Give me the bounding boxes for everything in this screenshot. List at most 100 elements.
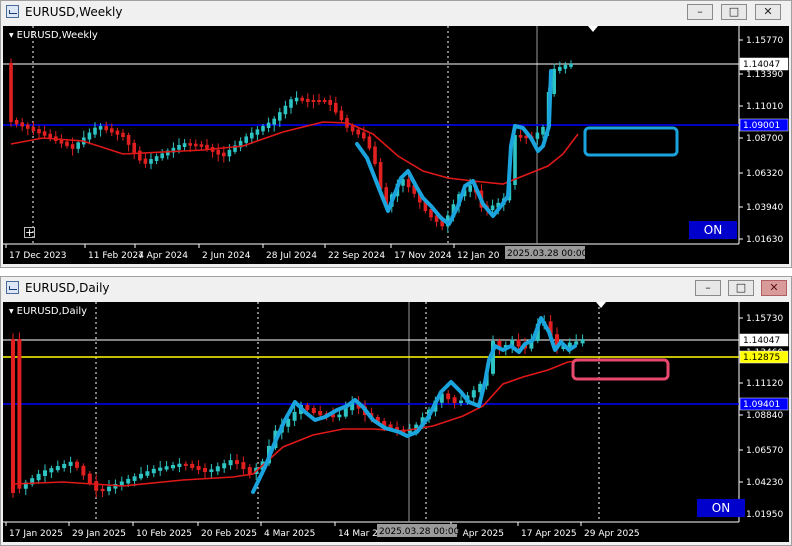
bear-candle: [452, 397, 457, 403]
bull-candle: [580, 339, 585, 344]
time-axis-label: 17 Jan 2025: [9, 529, 63, 539]
bear-candle: [37, 129, 41, 134]
bull-candle: [541, 127, 545, 135]
bull-candle: [209, 469, 214, 473]
bear-candle: [20, 122, 24, 127]
yellow-level-price-tag: 1.12875: [743, 353, 780, 363]
daily-chart-window: EURUSD,Daily – □ ✕ 1.157301.134601.11120…: [0, 276, 792, 546]
bull-candle: [222, 463, 227, 469]
bull-candle: [49, 468, 54, 473]
bull-candle: [149, 159, 153, 164]
bull-candle: [292, 411, 297, 421]
bull-candle: [272, 118, 276, 125]
time-axis-label: 7 Apr 2025: [454, 529, 504, 539]
plus-icon[interactable]: +: [24, 227, 35, 238]
close-button[interactable]: ✕: [761, 280, 787, 296]
bear-candle: [367, 136, 372, 149]
price-axis-label: 1.13390: [746, 70, 783, 80]
daily-symbol-label: EURUSD,Daily: [9, 306, 87, 317]
minimize-button[interactable]: –: [687, 4, 713, 20]
price-axis-label: 1.15770: [746, 36, 783, 46]
daily-chart-canvas[interactable]: 1.157301.134601.111201.088401.065701.042…: [3, 302, 789, 542]
time-axis-label: 2 Jun 2024: [202, 251, 251, 261]
bear-candle: [115, 130, 120, 135]
blue-level-price-tag: 1.09001: [743, 121, 780, 131]
maximize-button[interactable]: □: [728, 280, 754, 296]
bull-candle: [563, 64, 568, 69]
blue-level-price-tag: 1.09401: [743, 400, 780, 410]
bull-candle: [76, 142, 80, 149]
highlight-box: [571, 358, 670, 381]
bear-candle: [190, 463, 195, 468]
bull-candle: [255, 129, 260, 135]
bull-candle: [154, 156, 159, 161]
weekly-chart-canvas[interactable]: 1.15770 1.13390 1.11010 1.08700 1.06320 1.039…: [3, 26, 789, 264]
crosshair-date-label: 2025.03.28 00:00: [379, 527, 460, 537]
minimize-button[interactable]: –: [695, 280, 721, 296]
bull-candle: [182, 143, 187, 147]
bull-candle: [151, 468, 156, 474]
weekly-chart-svg: 1.15770 1.13390 1.11010 1.08700 1.06320 1.039…: [3, 26, 789, 261]
bear-candle: [143, 158, 148, 164]
bull-candle: [343, 408, 348, 417]
on-button[interactable]: ON: [689, 221, 737, 239]
bear-candle: [222, 152, 226, 157]
bull-candle: [227, 149, 232, 157]
bear-candle: [247, 467, 252, 475]
bull-candle: [558, 66, 562, 71]
bull-candle: [261, 126, 265, 132]
bear-candle: [317, 100, 321, 102]
bull-candle: [160, 153, 164, 159]
bull-candle: [215, 466, 220, 472]
time-axis-label: 17 Apr 2025: [521, 529, 577, 539]
daily-chart-svg: 1.157301.134601.111201.088401.065701.042…: [3, 302, 789, 539]
bull-candle: [250, 132, 254, 139]
bull-candle: [164, 466, 169, 470]
bull-candle: [93, 127, 97, 135]
bull-candle: [535, 132, 540, 139]
bear-candle: [311, 408, 316, 414]
bull-candle: [126, 478, 131, 484]
bull-candle: [459, 400, 463, 403]
time-axis-label: 12 Jan 20: [457, 251, 500, 261]
bear-candle: [194, 143, 198, 147]
time-axis-label: 20 Feb 2025: [201, 529, 257, 539]
bull-candle: [145, 471, 150, 476]
on-button[interactable]: ON: [697, 499, 745, 517]
bear-candle: [350, 125, 355, 132]
weekly-title-bar[interactable]: EURUSD,Weekly – □ ✕: [1, 1, 791, 23]
time-axis-label: 29 Jan 2025: [72, 529, 126, 539]
price-axis-label: 1.15730: [746, 314, 783, 324]
bull-candle: [471, 390, 476, 398]
bull-candle: [87, 132, 92, 140]
bear-candle: [356, 129, 360, 135]
bear-candle: [518, 135, 523, 138]
moving-average-line: [12, 359, 586, 487]
bear-candle: [31, 126, 36, 132]
time-axis-label: 28 Jul 2024: [266, 251, 317, 261]
price-axis-label: 1.08700: [746, 134, 783, 144]
bear-candle: [334, 102, 338, 113]
bear-candle: [203, 467, 207, 473]
bear-candle: [104, 126, 108, 131]
bull-candle: [36, 473, 41, 481]
close-button[interactable]: ✕: [755, 4, 781, 20]
time-axis-label: 22 Sep 2024: [328, 251, 385, 261]
bear-candle: [121, 132, 125, 137]
time-axis-label: 14 Mar 20: [338, 529, 384, 539]
bear-candle: [138, 150, 142, 161]
bear-candle: [339, 110, 344, 121]
chart-window-icon: [6, 5, 19, 18]
bull-candle: [177, 145, 181, 150]
bull-candle: [177, 463, 182, 467]
bear-candle: [199, 144, 204, 147]
bear-candle: [17, 339, 22, 489]
price-axis-label: 1.06320: [746, 169, 783, 179]
price-axis-label: 1.01950: [746, 510, 783, 520]
bull-candle: [62, 463, 67, 469]
bull-candle: [294, 97, 299, 102]
trend-annotation-stroke: [355, 69, 553, 226]
bull-candle: [68, 461, 73, 466]
maximize-button[interactable]: □: [721, 4, 747, 20]
daily-title-bar[interactable]: EURUSD,Daily – □ ✕: [1, 277, 791, 299]
